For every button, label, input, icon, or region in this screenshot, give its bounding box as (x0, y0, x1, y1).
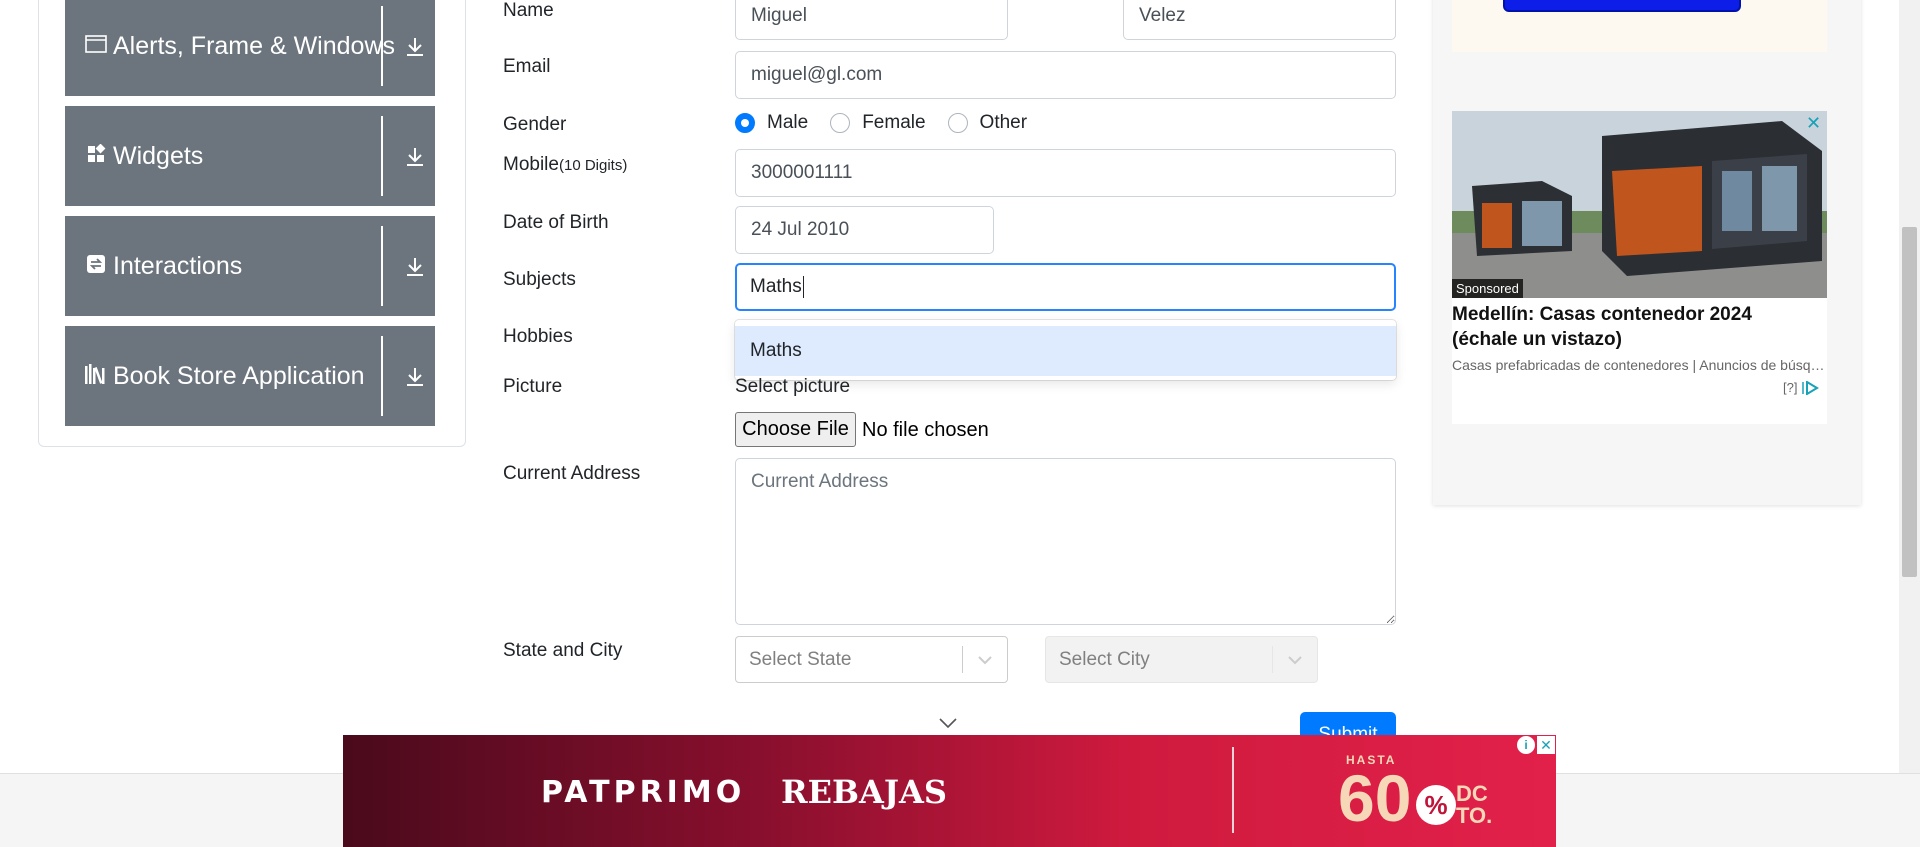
file-status-text: No file chosen (862, 419, 989, 441)
banner-sale-text: REBAJAS (781, 773, 947, 811)
sidebar-group-book-store[interactable]: Book Store Application (65, 326, 435, 426)
sidebar-group-title: Book Store Application (113, 361, 365, 390)
subjects-dropdown-menu: Maths (735, 320, 1396, 380)
subjects-value: Maths (750, 276, 802, 297)
sidebar-group-alerts-frame-windows[interactable]: Alerts, Frame & Windows (65, 0, 435, 96)
first-name-value: Miguel (751, 5, 807, 26)
dob-value: 24 Jul 2010 (751, 219, 850, 240)
divider (381, 116, 383, 196)
sidebar-group-title: Alerts, Frame & Windows (113, 31, 396, 60)
banner-brand: PATPRIMO (541, 775, 746, 810)
close-icon[interactable]: ✕ (1537, 736, 1555, 754)
sponsored-badge: Sponsored (1452, 279, 1523, 298)
mobile-label-text: Mobile (503, 154, 559, 175)
gender-label: Gender (503, 114, 567, 135)
download-arrow-icon[interactable] (395, 326, 435, 426)
divider (381, 6, 383, 86)
last-name-input[interactable]: Velez (1123, 0, 1396, 40)
radio-other[interactable] (947, 113, 968, 133)
books-icon (83, 363, 109, 389)
download-arrow-icon[interactable] (395, 216, 435, 316)
sidebar-group-title: Widgets (113, 141, 204, 170)
picture-label: Picture (503, 376, 563, 397)
gender-female-option[interactable]: Female (830, 112, 926, 134)
email-input[interactable]: miguel@gl.com (735, 51, 1396, 99)
mobile-input[interactable]: 3000001111 (735, 149, 1396, 197)
chevron-down-icon[interactable] (938, 716, 958, 734)
email-value: miguel@gl.com (751, 64, 883, 85)
banner-divider (1232, 747, 1234, 833)
city-placeholder: Select City (1059, 648, 1150, 670)
divider (381, 336, 383, 416)
current-address-label: Current Address (503, 463, 641, 484)
banner-dcto: DC TO. (1456, 783, 1492, 827)
mobile-label: Mobile(10 Digits) (503, 154, 627, 176)
last-name-value: Velez (1139, 5, 1186, 26)
ad-image[interactable] (1452, 111, 1827, 298)
state-select[interactable]: Select State (735, 636, 1008, 683)
select-picture-label: Select picture (735, 376, 851, 397)
interactions-icon (83, 254, 109, 278)
download-arrow-icon[interactable] (395, 0, 435, 96)
city-select[interactable]: Select City (1045, 636, 1318, 683)
window-icon (83, 34, 109, 58)
chevron-down-icon[interactable] (963, 654, 1007, 666)
email-label: Email (503, 56, 551, 77)
ad-subtext[interactable]: Casas prefabricadas de contenedores | An… (1452, 357, 1827, 373)
gender-female-label: Female (862, 112, 926, 133)
gender-radio-group: Male Female Other (735, 112, 1049, 134)
subjects-label: Subjects (503, 269, 576, 290)
gender-male-option[interactable]: Male (735, 112, 808, 134)
mobile-value: 3000001111 (751, 162, 853, 183)
sidebar-group-interactions[interactable]: Interactions (65, 216, 435, 316)
date-of-birth-input[interactable]: 24 Jul 2010 (735, 206, 994, 254)
gender-other-label: Other (979, 112, 1028, 133)
radio-female[interactable] (830, 113, 851, 133)
ad-top-button[interactable] (1503, 0, 1741, 12)
current-address-textarea[interactable] (735, 458, 1396, 625)
radio-male[interactable] (735, 113, 755, 133)
gender-other-option[interactable]: Other (947, 112, 1028, 134)
state-city-label: State and City (503, 640, 623, 661)
gender-male-label: Male (767, 112, 809, 133)
text-cursor (802, 276, 804, 298)
scrollbar-thumb[interactable] (1902, 227, 1917, 577)
first-name-input[interactable]: Miguel (735, 0, 1008, 40)
widgets-icon (83, 143, 109, 168)
state-placeholder: Select State (749, 648, 852, 670)
adchoices-icon (1802, 380, 1820, 395)
ad-help-link[interactable]: [?] (1783, 380, 1797, 395)
dob-label: Date of Birth (503, 212, 609, 233)
mobile-hint: (10 Digits) (558, 157, 628, 174)
sidebar-group-widgets[interactable]: Widgets (65, 106, 435, 206)
choose-file-button[interactable]: Choose File (735, 412, 856, 447)
ad-banner[interactable]: PATPRIMO REBAJAS HASTA 60 % DC TO. (343, 735, 1556, 847)
ad-headline[interactable]: Medellín: Casas contenedor 2024 (échale … (1452, 302, 1822, 352)
subjects-input[interactable]: Maths (735, 263, 1396, 311)
sidebar-group-title: Interactions (113, 251, 243, 280)
download-arrow-icon[interactable] (395, 106, 435, 206)
hobbies-label: Hobbies (503, 326, 573, 347)
percent-icon: % (1416, 785, 1456, 825)
ad-choices[interactable]: [?] (1783, 380, 1820, 395)
subjects-option[interactable]: Maths (735, 326, 1396, 376)
close-icon[interactable]: ✕ (1806, 113, 1821, 134)
chevron-down-icon[interactable] (1273, 654, 1317, 666)
banner-percent-value: 60 (1338, 761, 1412, 835)
divider (381, 226, 383, 306)
name-label: Name (503, 0, 554, 21)
info-icon[interactable]: i (1517, 736, 1535, 754)
dcto-line2: TO. (1456, 803, 1493, 828)
